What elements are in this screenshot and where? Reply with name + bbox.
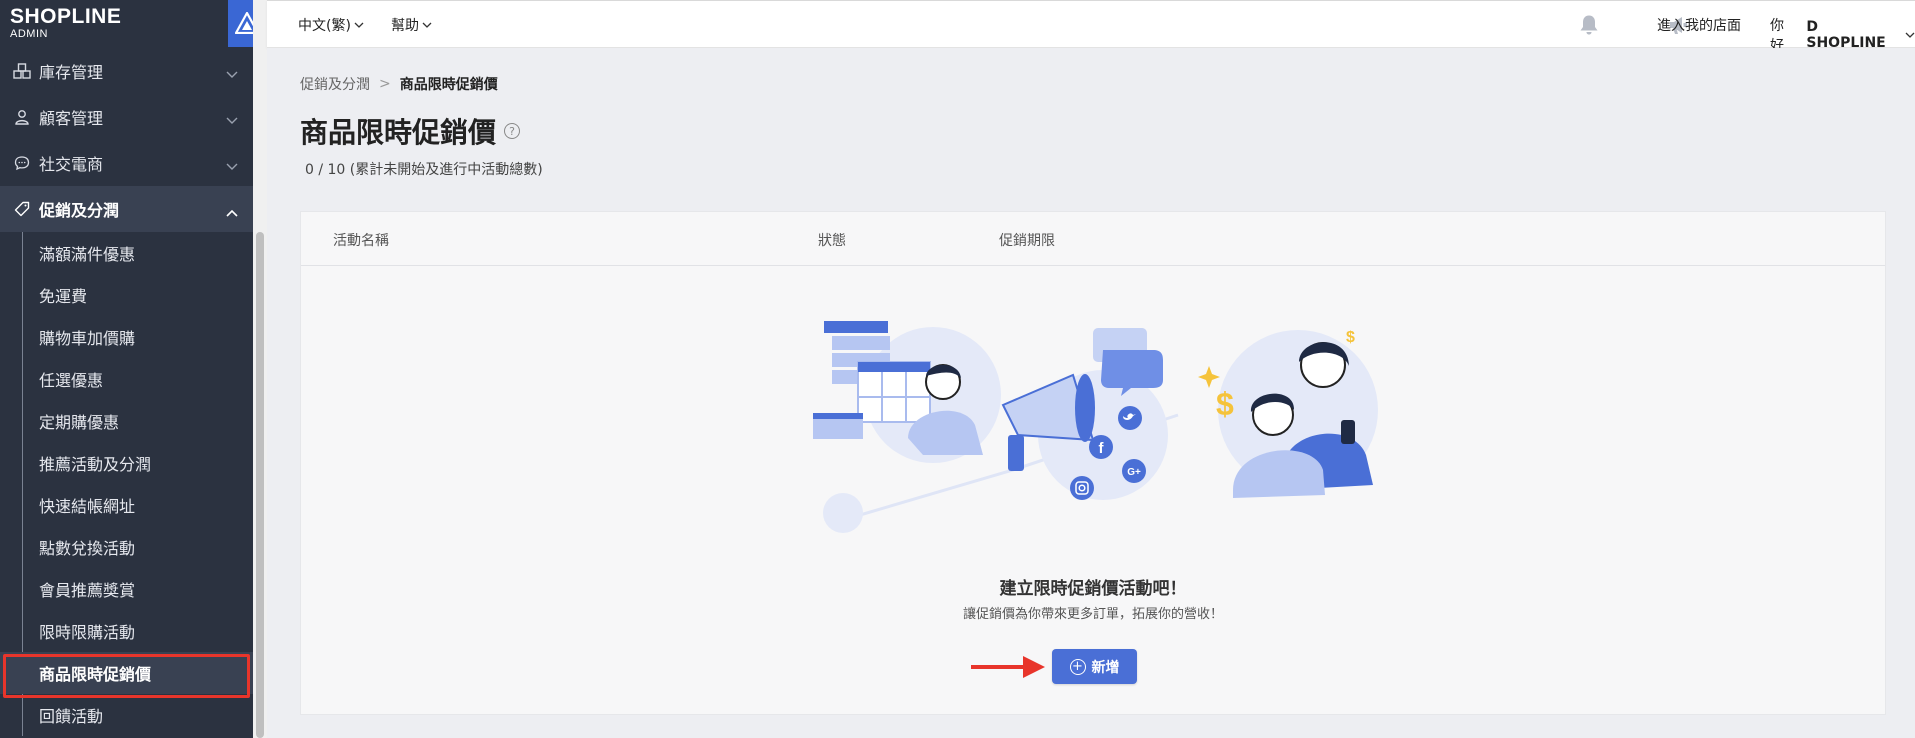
tag-icon <box>11 201 33 217</box>
sidebar-item-inventory[interactable]: 庫存管理 <box>0 48 253 94</box>
chevron-down-icon <box>226 110 238 129</box>
help-question-icon[interactable]: ? <box>504 123 521 139</box>
plus-circle-icon: + <box>1069 658 1086 675</box>
sidebar-subitem-flash-price[interactable]: 商品限時促銷價 <box>0 652 253 698</box>
chevron-down-icon <box>422 17 432 33</box>
svg-text:$: $ <box>1346 329 1355 346</box>
chevron-down-icon <box>1905 27 1915 43</box>
sidebar-subitem-affiliate[interactable]: 推薦活動及分潤 <box>0 442 253 484</box>
main-content: 促銷及分潤 > 商品限時促銷價 商品限時促銷價 ? 0 / 10 (累計未開始及… <box>267 48 1915 738</box>
sidebar-item-label: 社交電商 <box>39 155 104 174</box>
sidebar-subitem-member-referral[interactable]: 會員推薦獎賞 <box>0 568 253 610</box>
column-header-status: 狀態 <box>818 233 846 249</box>
column-header-period: 促銷期限 <box>999 233 1055 249</box>
user-name: D SHOPLINE <box>1806 19 1886 51</box>
sidebar: SHOPLINE ADMIN 庫存管理 顧客管理 社交電商 促銷及分潤 滿額滿件… <box>0 0 253 738</box>
logo-subtext: ADMIN <box>10 28 48 40</box>
visit-store-link[interactable]: 進入我的店面 <box>1657 15 1741 35</box>
sidebar-subitem-free-shipping[interactable]: 免運費 <box>0 274 253 316</box>
chat-icon <box>11 155 33 171</box>
inventory-icon <box>11 63 33 79</box>
sidebar-subitem-cart-addon[interactable]: 購物車加價購 <box>0 316 253 358</box>
sidebar-item-label: 顧客管理 <box>39 109 104 128</box>
subitem-label: 點數兌換活動 <box>39 539 136 558</box>
breadcrumb-parent-link[interactable]: 促銷及分潤 <box>300 74 370 94</box>
sidebar-item-social-commerce[interactable]: 社交電商 <box>0 140 253 186</box>
sidebar-item-label: 促銷及分潤 <box>39 201 120 220</box>
add-campaign-button[interactable]: + 新增 <box>1052 649 1137 684</box>
subitem-label: 滿額滿件優惠 <box>39 245 136 264</box>
highlight-box <box>3 654 250 698</box>
empty-state-title: 建立限時促銷價活動吧！ <box>999 579 1187 599</box>
subitem-label: 任選優惠 <box>39 371 104 390</box>
help-label: 幫助 <box>391 18 419 34</box>
table-header: 活動名稱 狀態 促銷期限 <box>301 212 1885 266</box>
campaign-count: 0 / 10 (累計未開始及進行中活動總數) <box>305 162 543 178</box>
svg-text:G+: G+ <box>1127 467 1141 478</box>
chevron-down-icon <box>226 64 238 83</box>
red-arrow-annotation-icon <box>971 656 1045 678</box>
breadcrumb-current: 商品限時促銷價 <box>399 77 498 93</box>
empty-state-subtitle: 讓促銷價為你帶來更多訂單，拓展你的營收！ <box>962 607 1223 622</box>
chevron-down-icon <box>226 156 238 175</box>
language-label: 中文(繁) <box>298 18 351 34</box>
sidebar-subitem-subscription[interactable]: 定期購優惠 <box>0 400 253 442</box>
store-link-label: 進入我的店面 <box>1657 18 1741 34</box>
subitem-label: 限時限購活動 <box>39 623 136 642</box>
sidebar-menu: 庫存管理 顧客管理 社交電商 促銷及分潤 滿額滿件優惠 免運費 購物車加價購 任… <box>0 48 253 736</box>
sidebar-scrollbar[interactable] <box>253 0 267 738</box>
breadcrumb: 促銷及分潤 > 商品限時促銷價 <box>300 74 498 94</box>
sidebar-item-promotions[interactable]: 促銷及分潤 <box>0 186 253 232</box>
column-header-name: 活動名稱 <box>333 233 389 249</box>
sidebar-subitem-order-threshold[interactable]: 滿額滿件優惠 <box>0 232 253 274</box>
top-bar: 中文(繁) 幫助 進入我的店面 你好, D SHOPLINE <box>267 0 1915 54</box>
help-menu[interactable]: 幫助 <box>391 15 432 35</box>
chevron-down-icon <box>354 17 364 33</box>
sidebar-subitem-points-redeem[interactable]: 點數兌換活動 <box>0 526 253 568</box>
promotions-submenu: 滿額滿件優惠 免運費 購物車加價購 任選優惠 定期購優惠 推薦活動及分潤 快速結… <box>0 232 253 736</box>
scrollbar-thumb[interactable] <box>256 232 264 738</box>
page-title: 商品限時促銷價 ? <box>300 111 521 151</box>
campaign-table-card: 活動名稱 狀態 促銷期限 f G+ $ $ 建立限時促銷價活動吧！ 讓促銷價為你… <box>300 211 1886 715</box>
user-icon <box>11 109 33 125</box>
sidebar-item-customers[interactable]: 顧客管理 <box>0 94 253 140</box>
subitem-label: 會員推薦獎賞 <box>39 581 136 600</box>
subitem-label: 免運費 <box>39 287 88 306</box>
subitem-label: 快速結帳網址 <box>39 497 136 516</box>
subitem-label: 定期購優惠 <box>39 413 120 432</box>
svg-text:$: $ <box>1216 386 1234 422</box>
shopline-logo[interactable]: SHOPLINE ADMIN <box>10 5 122 44</box>
sidebar-subitem-bundle-pick[interactable]: 任選優惠 <box>0 358 253 400</box>
sidebar-subitem-express-checkout[interactable]: 快速結帳網址 <box>0 484 253 526</box>
page-title-text: 商品限時促銷價 <box>300 116 497 149</box>
logo-text: SHOPLINE <box>10 5 122 28</box>
language-selector[interactable]: 中文(繁) <box>298 15 364 35</box>
chevron-up-icon <box>226 202 238 221</box>
empty-state-illustration: f G+ $ $ <box>813 321 1378 533</box>
sidebar-item-label: 庫存管理 <box>39 63 104 82</box>
bell-icon[interactable] <box>1577 13 1601 41</box>
subitem-label: 回饋活動 <box>39 707 104 726</box>
breadcrumb-separator: > <box>379 76 391 92</box>
sidebar-subitem-limited-purchase[interactable]: 限時限購活動 <box>0 610 253 652</box>
subitem-label: 推薦活動及分潤 <box>39 455 152 474</box>
add-button-label: 新增 <box>1091 659 1120 676</box>
sidebar-subitem-cashback[interactable]: 回饋活動 <box>0 694 253 736</box>
subitem-label: 購物車加價購 <box>39 329 136 348</box>
